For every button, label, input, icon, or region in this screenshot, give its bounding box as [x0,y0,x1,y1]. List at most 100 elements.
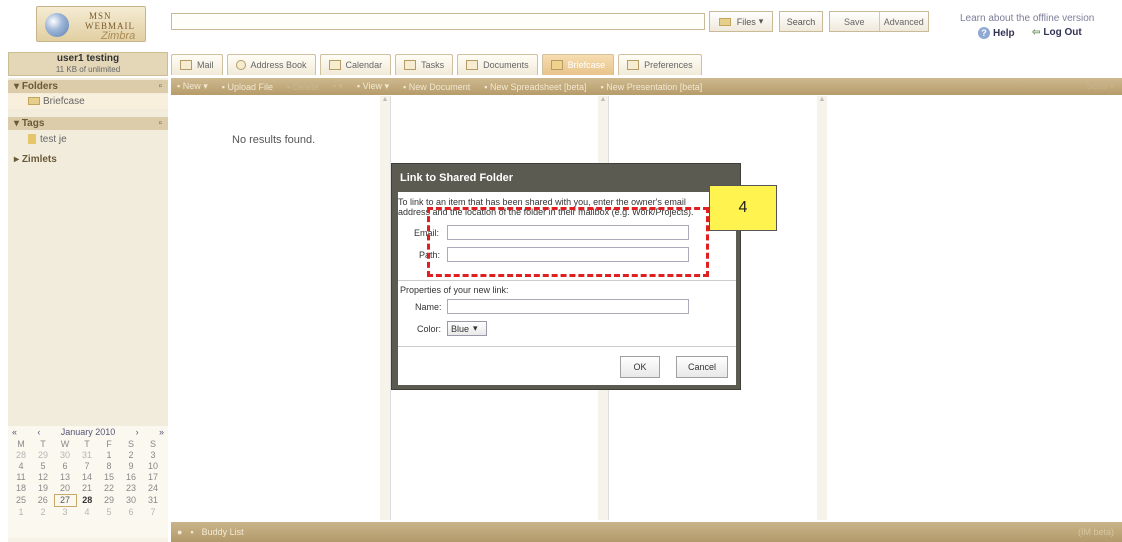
buddy-list-link[interactable]: Buddy List [202,527,244,537]
calendar-day[interactable]: 31 [142,495,164,507]
calendar-day[interactable]: 23 [120,483,142,495]
tab-address-book[interactable]: Address Book [226,54,316,75]
calendar-day[interactable]: 10 [142,461,164,472]
weekday-label: T [40,439,46,449]
calendar-day[interactable]: 15 [98,472,120,483]
save-search-button[interactable]: Save [830,12,879,31]
calendar-day[interactable]: 20 [54,483,76,495]
tab-preferences[interactable]: Preferences [618,54,702,75]
delete-button[interactable]: ▪ Delete [287,82,319,92]
calendar-day[interactable]: 19 [32,483,54,495]
help-label: Help [993,27,1015,39]
new-document-button[interactable]: ▪ New Document [403,82,470,92]
calendar-day[interactable]: 17 [142,472,164,483]
app-logo[interactable]: MSN WEBMAIL Zimbra [36,6,146,42]
status-icon[interactable]: ● [177,527,182,537]
calendar-day[interactable]: 1 [10,507,32,519]
new-button[interactable]: ▪ New ▾ [177,81,208,92]
tags-header[interactable]: ▾ Tags ▫ [8,117,168,130]
tab-label: Briefcase [567,60,606,70]
logo-line1: MSN [89,11,112,21]
tab-documents[interactable]: Documents [457,54,538,75]
tab-mail[interactable]: Mail [171,54,223,75]
calendar-day[interactable]: 5 [32,461,54,472]
help-link[interactable]: ? Help [978,27,1015,39]
calendar-day[interactable]: 26 [32,495,54,507]
calendar-day[interactable]: 2 [120,450,142,461]
calendar-day[interactable]: 8 [98,461,120,472]
tab-tasks[interactable]: Tasks [395,54,454,75]
view-button[interactable]: ▪ View ▾ [357,81,389,92]
name-label: Name: [415,302,442,312]
new-spreadsheet-button[interactable]: ▪ New Spreadsheet [beta] [484,82,586,92]
list-column [171,96,391,520]
search-input[interactable] [171,13,705,30]
cancel-button[interactable]: Cancel [676,356,728,378]
tab-calendar[interactable]: Calendar [319,54,392,75]
calendar-day[interactable]: 5 [98,507,120,519]
calendar-day[interactable]: 11 [10,472,32,483]
calendar-day[interactable]: 30 [54,450,76,461]
tab-label: Calendar [345,60,383,70]
calendar-day-selected[interactable]: 28 [76,495,98,507]
folders-header[interactable]: ▾ Folders ▫ [8,80,168,93]
calendar-day[interactable]: 16 [120,472,142,483]
search-button[interactable]: Search [779,11,823,32]
sidebar-item-briefcase[interactable]: Briefcase [8,94,168,109]
calendar-day[interactable]: 13 [54,472,76,483]
calendar-day[interactable]: 25 [10,495,32,507]
name-field[interactable] [447,299,689,314]
sidebar-item-tag[interactable]: test je [8,132,168,147]
calendar-day[interactable]: 9 [120,461,142,472]
calendar-day[interactable]: 29 [32,450,54,461]
logout-link[interactable]: ⇦ Log Out [1032,27,1082,38]
calendar-day[interactable]: 18 [10,483,32,495]
calendar-day[interactable]: 7 [76,461,98,472]
prev-year-icon[interactable]: « [12,427,17,439]
tag-icon [28,134,36,145]
advanced-search-button[interactable]: Advanced [878,12,929,31]
calendar-day[interactable]: 31 [76,450,98,461]
calendar-day[interactable]: 14 [76,472,98,483]
calendar-day[interactable]: 24 [142,483,164,495]
color-select[interactable]: Blue ▾ [447,321,487,336]
calendar-day[interactable]: 4 [76,507,98,519]
send-button[interactable]: Send ▾ [1086,81,1114,92]
next-month-icon[interactable]: › [136,427,139,439]
calendar-day[interactable]: 21 [76,483,98,495]
tab-briefcase[interactable]: Briefcase [541,54,615,75]
mini-calendar-header: « ‹ January 2010 › » [8,427,168,439]
move-button[interactable]: ▪ ▾ [333,81,343,92]
calendar-day[interactable]: 1 [98,450,120,461]
calendar-day[interactable]: 12 [32,472,54,483]
zimlets-header[interactable]: ▸ Zimlets [8,153,168,166]
calendar-day[interactable]: 6 [54,461,76,472]
next-year-icon[interactable]: » [159,427,164,439]
send-label: Send [1085,81,1107,91]
offline-version-link[interactable]: Learn about the offline version [960,13,1094,24]
calendar-day[interactable]: 6 [120,507,142,519]
calendar-day[interactable]: 7 [142,507,164,519]
calendar-day[interactable]: 4 [10,461,32,472]
add-tag-icon[interactable]: ▫ [158,117,162,130]
calendar-day[interactable]: 30 [120,495,142,507]
files-dropdown-button[interactable]: Files ▾ [709,11,773,32]
prev-month-icon[interactable]: ‹ [37,427,40,439]
ok-button[interactable]: OK [620,356,660,378]
calendar-day-today[interactable]: 27 [53,494,77,507]
calendar-day[interactable]: 2 [32,507,54,519]
new-presentation-button[interactable]: ▪ New Presentation [beta] [601,82,703,92]
add-folder-icon[interactable]: ▫ [158,80,162,93]
scrollbar[interactable]: ▲ [380,96,390,520]
calendar-day[interactable]: 28 [10,450,32,461]
calendar-day[interactable]: 22 [98,483,120,495]
calendar-day[interactable]: 29 [98,495,120,507]
weekday-label: T [84,439,90,449]
calendar-day[interactable]: 3 [54,507,76,519]
files-label: Files [736,16,756,27]
upload-label: Upload File [227,81,273,92]
no-results-message: No results found. [232,134,316,146]
scrollbar[interactable]: ▲ [817,96,827,520]
upload-file-button[interactable]: ▪ Upload File [222,82,273,92]
calendar-day[interactable]: 3 [142,450,164,461]
